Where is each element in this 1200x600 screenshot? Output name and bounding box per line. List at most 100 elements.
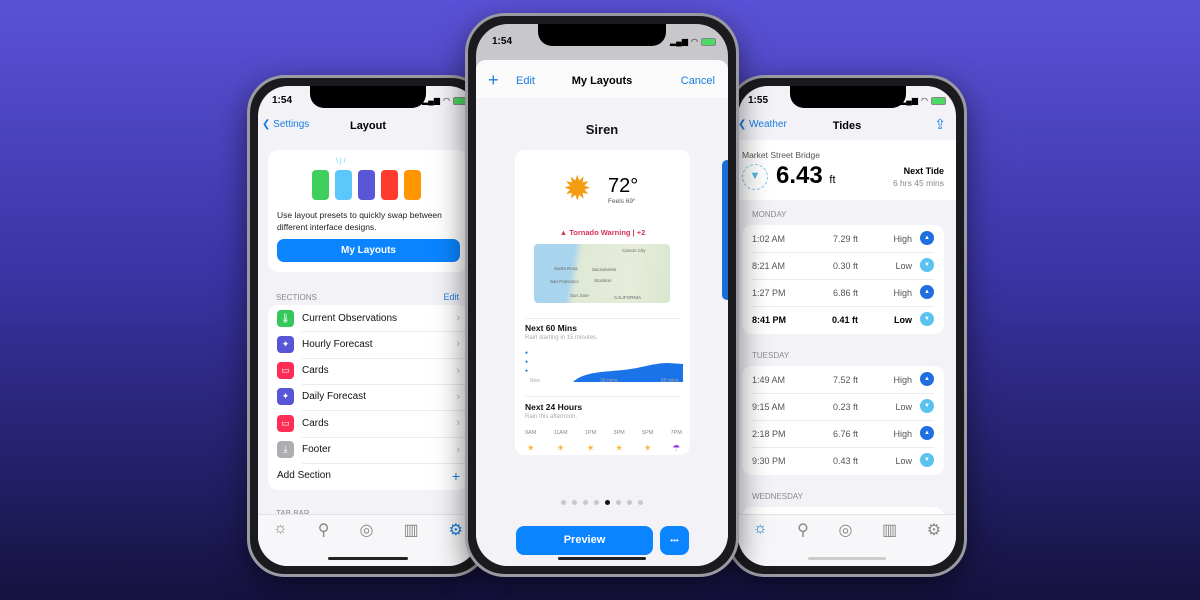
- cloud-rain-icon: ☂: [672, 443, 681, 453]
- tide-time: 1:27 PM: [752, 288, 786, 298]
- sections-list: 🌡 Current Observations › ✦ Hourly Forecast › ▭…: [268, 305, 468, 490]
- next-tide-time: 6 hrs 45 mins: [892, 178, 944, 188]
- tide-row[interactable]: 9:30 PM 0.43 ft Low ▼: [742, 447, 944, 474]
- layouts-sheet: + Edit My Layouts Cancel Siren ✹ 72° Fee…: [476, 60, 728, 566]
- edit-sections-button[interactable]: Edit: [443, 292, 459, 302]
- settings-icon[interactable]: ⚙: [927, 520, 941, 566]
- section-label: Cards: [302, 417, 329, 429]
- map-label: San Jose: [570, 293, 589, 298]
- page-dot[interactable]: [583, 500, 588, 505]
- page-dot[interactable]: [572, 500, 577, 505]
- home-indicator: [558, 557, 646, 560]
- tide-falling-icon: ▼: [742, 164, 768, 190]
- page-dots[interactable]: [476, 500, 728, 505]
- section-row[interactable]: ✦ Hourly Forecast ›: [268, 331, 468, 357]
- preset-swatch: [312, 170, 329, 200]
- tide-high-icon: ▲: [920, 426, 934, 440]
- tide-height: 0.23 ft: [832, 402, 858, 412]
- search-icon[interactable]: ⚲: [797, 520, 809, 566]
- section-row[interactable]: 🌡 Current Observations ›: [268, 305, 468, 331]
- chevron-right-icon: ›: [456, 312, 460, 324]
- tide-row[interactable]: 2:18 PM 6.76 ft High ▲: [742, 420, 944, 447]
- cancel-button[interactable]: Cancel: [681, 75, 715, 87]
- sunrise-icon: ☀: [615, 443, 624, 453]
- sun-icon: ✹: [563, 170, 592, 208]
- page-dot[interactable]: [594, 500, 599, 505]
- tide-time: 1:49 AM: [752, 375, 786, 385]
- feels-like: Feels 69°: [608, 198, 636, 205]
- status-icons: ▂▄▆ ◠: [670, 37, 716, 46]
- rain-intensity-icons: ● ● ●: [525, 350, 529, 374]
- share-icon: ⇪: [934, 116, 946, 132]
- hour-item: 5PM ☀: [642, 430, 653, 454]
- section-row[interactable]: ⤓ Footer ›: [268, 437, 468, 463]
- alert-banner[interactable]: ▲ Tornado Warning | +2: [515, 228, 690, 237]
- hourly-row: 9AM ☀ 11AM ☀ 1PM ☀ 3PM ☀ 5PM ☀ 7PM ☂: [525, 430, 682, 454]
- page-dot[interactable]: [627, 500, 632, 505]
- status-icons: ▂▄▆ ◠: [422, 96, 468, 105]
- sunrise-icon: ☀: [586, 443, 595, 453]
- page-dot[interactable]: [616, 500, 621, 505]
- add-section-button[interactable]: Add Section +: [268, 463, 468, 489]
- tide-row[interactable]: 9:15 AM 0.23 ft Low ▼: [742, 393, 944, 420]
- thermometer-icon: 🌡: [277, 309, 294, 327]
- weather-icon[interactable]: ☼: [753, 520, 768, 566]
- tide-time: 9:15 AM: [752, 402, 786, 412]
- chevron-right-icon: ›: [456, 443, 460, 456]
- page-dot[interactable]: [638, 500, 643, 505]
- chevron-right-icon: ›: [456, 338, 460, 351]
- tide-height: 0.43 ft: [832, 456, 858, 466]
- section-label: Footer: [302, 444, 331, 455]
- section-row[interactable]: ▭ Cards ›: [268, 410, 468, 436]
- status-time: 1:55: [748, 95, 769, 106]
- day-header: TUESDAY: [752, 351, 790, 360]
- next60-subtitle: Rain starting in 15 minutes.: [525, 335, 598, 341]
- tide-row[interactable]: 8:41 PM 0.41 ft Low ▼: [742, 306, 944, 333]
- settings-icon[interactable]: ⚙: [449, 520, 463, 566]
- tide-row[interactable]: 1:02 AM 7.29 ft High ▲: [742, 225, 944, 252]
- tide-low-icon: ▼: [920, 453, 934, 467]
- layout-screen: 1:54 ▂▄▆ ◠ ❮ Settings Layout \ | / Use la…: [258, 86, 478, 566]
- chevron-right-icon: ›: [456, 364, 460, 377]
- sections-header: SECTIONS: [276, 293, 317, 302]
- next-tide-label: Next Tide: [903, 166, 944, 176]
- section-row[interactable]: ▭ Cards ›: [268, 358, 468, 384]
- tide-height: 0.30 ft: [832, 261, 858, 271]
- my-layouts-screen: 1:54 ▂▄▆ ◠ + Edit My Layouts Cancel Siren…: [476, 24, 728, 566]
- tide-type: High: [893, 429, 912, 439]
- day-header: MONDAY: [752, 210, 787, 219]
- tide-height: 7.52 ft: [832, 375, 858, 385]
- sparkle-icon: ✦: [277, 335, 294, 353]
- next60-title: Next 60 Mins: [525, 323, 577, 333]
- page-dot[interactable]: [605, 500, 610, 505]
- tide-low-icon: ▼: [920, 312, 934, 326]
- hour-item: 11AM ☀: [554, 430, 568, 454]
- section-row[interactable]: ✦ Daily Forecast ›: [268, 384, 468, 410]
- tide-height: 6.86 ft: [832, 288, 858, 298]
- share-button[interactable]: ⇪: [934, 116, 946, 133]
- tide-row[interactable]: 8:21 AM 0.30 ft Low ▼: [742, 252, 944, 279]
- tides-screen: 1:55 ▂▄▆ ◠ ❮ Weather Tides ⇪ Market Stree…: [738, 86, 956, 566]
- map-label: Santa Rosa: [554, 266, 578, 271]
- weather-icon[interactable]: ☼: [273, 520, 288, 566]
- plus-icon: +: [451, 467, 460, 484]
- tide-row[interactable]: 1:49 AM 7.52 ft High ▲: [742, 366, 944, 393]
- tide-type: Low: [895, 261, 912, 271]
- preview-button[interactable]: Preview: [516, 526, 653, 555]
- page-dot[interactable]: [561, 500, 566, 505]
- sunrise-icon: ☀: [526, 443, 535, 453]
- promo-description: Use layout presets to quickly swap betwe…: [277, 210, 442, 232]
- tide-row[interactable]: 1:27 PM 6.86 ft High ▲: [742, 279, 944, 306]
- next-layout-peek[interactable]: [722, 160, 728, 300]
- my-layouts-button[interactable]: My Layouts: [277, 239, 460, 262]
- layout-preview-card[interactable]: ✹ 72° Feels 69° ▲ Tornado Warning | +2 C…: [515, 150, 690, 455]
- tide-high-icon: ▲: [920, 372, 934, 386]
- layouts-promo-card: \ | / Use layout presets to quickly swap…: [268, 150, 468, 272]
- hour-label: 1PM: [584, 430, 597, 436]
- tide-type: High: [893, 288, 912, 298]
- more-button[interactable]: •••: [660, 526, 689, 555]
- page-title: Layout: [349, 120, 387, 132]
- tide-high-icon: ▲: [920, 285, 934, 299]
- day-header: WEDNESDAY: [752, 492, 803, 501]
- radar-map[interactable]: Carson City Santa Rosa Sacramento San Franc…: [534, 244, 670, 303]
